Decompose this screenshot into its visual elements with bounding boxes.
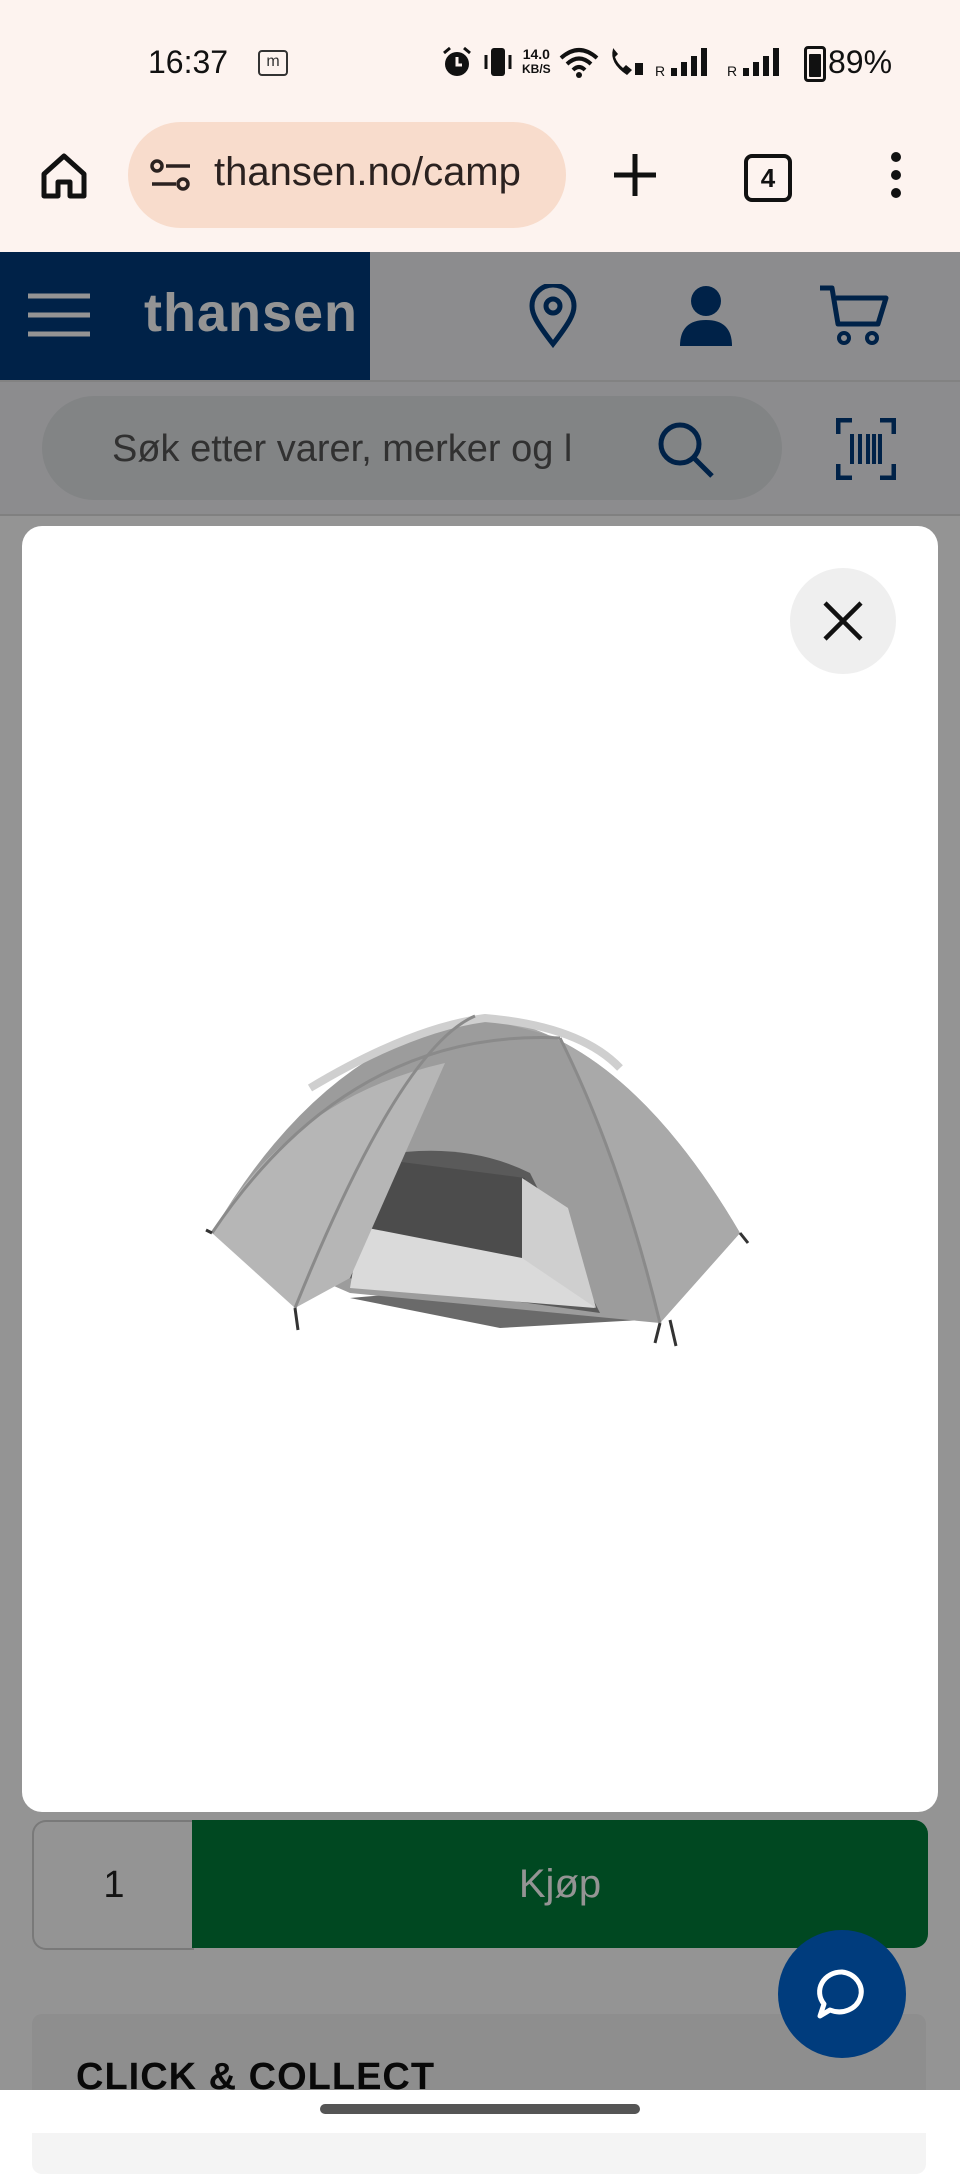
alarm-icon [443, 46, 471, 76]
call-icon [611, 48, 643, 75]
vibrate-icon [484, 48, 512, 76]
svg-text:R: R [727, 63, 737, 78]
tent-product-image [205, 1013, 750, 1347]
signal-icon-2: R [727, 48, 779, 78]
status-icons: 14.0 KB/S R R [440, 40, 791, 84]
network-speed: 14.0 KB/S [522, 46, 551, 77]
battery-icon [804, 46, 826, 82]
gesture-handle[interactable] [320, 2104, 640, 2114]
notification-icon: m [258, 50, 288, 76]
battery-percent: 89% [828, 44, 893, 80]
home-icon[interactable] [38, 150, 90, 202]
new-tab-icon[interactable] [612, 152, 658, 198]
status-time: 16:37 [148, 44, 229, 80]
close-icon [823, 601, 863, 641]
svg-text:R: R [655, 63, 665, 78]
tab-switcher-button[interactable]: 4 [744, 154, 792, 202]
signal-icon-1: R [655, 48, 707, 78]
wifi-icon [559, 48, 598, 78]
url-text[interactable]: thansen.no/camp [214, 150, 554, 195]
site-settings-icon[interactable] [150, 158, 192, 192]
more-menu-icon[interactable] [884, 150, 908, 200]
chat-icon [817, 1969, 864, 2019]
